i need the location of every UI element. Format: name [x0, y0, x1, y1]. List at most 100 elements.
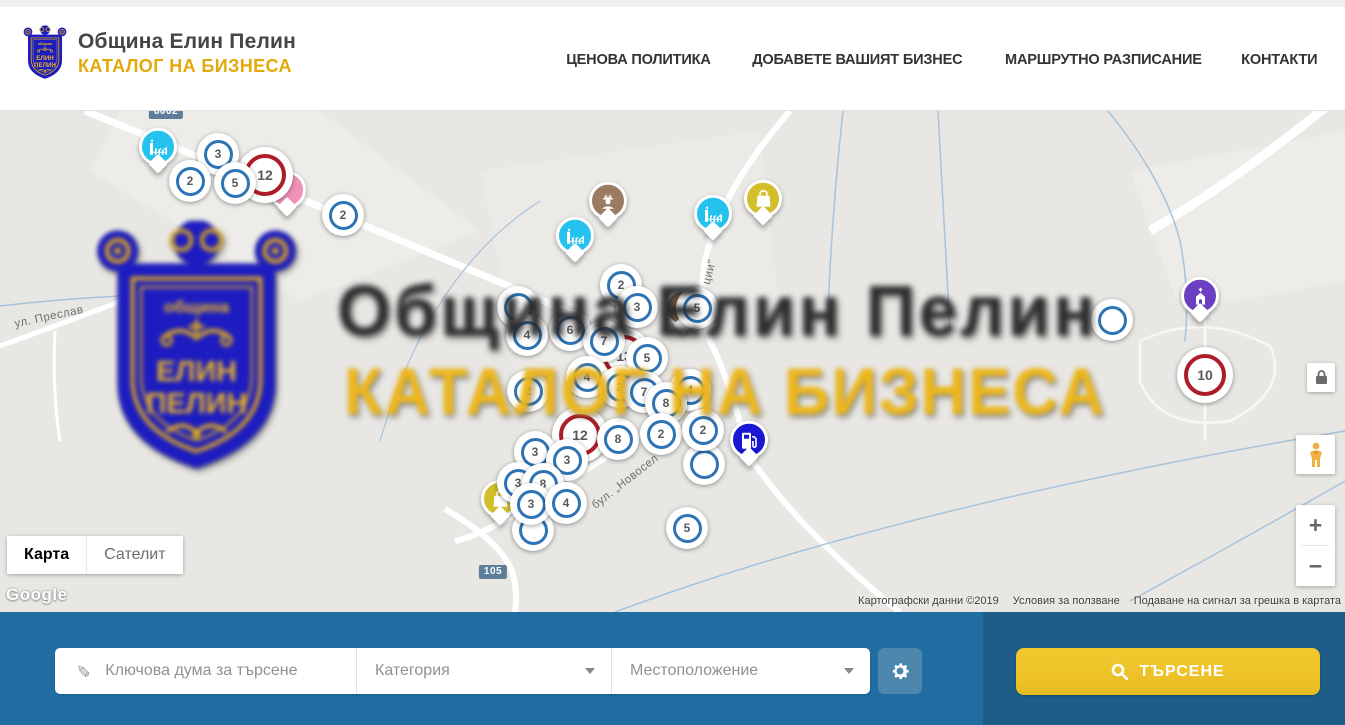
cluster-ring: [690, 450, 719, 479]
nav-item[interactable]: МАРШРУТНО РАЗПИСАНИЕ: [1005, 51, 1202, 68]
marker-layer: 6002105ул. Преславбул. „Новоселции"13123…: [0, 111, 1345, 612]
cluster-count: 7: [601, 334, 608, 348]
worker-pin[interactable]: [589, 182, 627, 225]
cluster-count: 2: [525, 384, 532, 398]
site-header: Община Елин Пелин КАТАЛОГ НА БИЗНЕСА ЦЕН…: [0, 7, 1345, 111]
category-value: Категория: [375, 662, 450, 680]
keyword-input[interactable]: [103, 661, 342, 681]
street-label: бул. „Новосел: [590, 452, 661, 511]
google-logo[interactable]: Google: [6, 585, 68, 605]
cluster-marker[interactable]: 5: [676, 287, 718, 329]
cluster-marker[interactable]: 2: [507, 370, 549, 412]
search-button-label: ТЪРСЕНЕ: [1139, 663, 1224, 681]
cluster-ring: 3: [623, 293, 652, 322]
nav-item[interactable]: ЦЕНОВА ПОЛИТИКА: [566, 51, 710, 68]
nav-item[interactable]: КОНТАКТИ: [1242, 51, 1318, 68]
cluster-ring: 10: [1184, 354, 1226, 396]
cluster-count: 8: [663, 396, 670, 410]
pegman-streetview-button[interactable]: [1296, 435, 1335, 474]
chevron-down-icon: [844, 668, 854, 674]
padlock-icon: [1315, 370, 1328, 385]
cluster-count: 4: [563, 496, 570, 510]
zoom-control: + −: [1296, 505, 1335, 586]
cluster-marker[interactable]: 2: [169, 160, 211, 202]
cluster-ring: 8: [604, 425, 633, 454]
church-icon: [1192, 287, 1209, 304]
category-select[interactable]: Категория: [357, 648, 612, 694]
factory-icon: [704, 205, 723, 222]
factory-pin[interactable]: [694, 195, 732, 238]
cluster-count: 2: [700, 423, 707, 437]
cluster-marker[interactable]: 2: [682, 409, 724, 451]
search-button[interactable]: ТЪРСЕНЕ: [1016, 648, 1320, 695]
search-panel: ✎ Категория Местоположение: [55, 648, 870, 694]
cluster-count: 2: [340, 208, 347, 222]
attribution-link[interactable]: Подаване на сигнал за грешка в картата: [1134, 595, 1341, 607]
site-logo[interactable]: Община Елин Пелин КАТАЛОГ НА БИЗНЕСА: [22, 25, 296, 82]
cluster-count: 4: [584, 370, 591, 384]
cluster-marker[interactable]: 3: [616, 286, 658, 328]
factory-icon: [149, 138, 168, 155]
cluster-count: 12: [257, 167, 273, 183]
cluster-ring: 7: [590, 327, 619, 356]
location-value: Местоположение: [630, 662, 758, 680]
cluster-marker[interactable]: 5: [214, 162, 256, 204]
factory-pin[interactable]: [139, 128, 177, 171]
search-icon: [1111, 663, 1128, 680]
main-nav: ЦЕНОВА ПОЛИТИКА ДОБАВЕТЕ ВАШИЯТ БИЗНЕС МАР…: [564, 7, 1319, 111]
google-map[interactable]: 6002105ул. Преславбул. „Новоселции"13123…: [0, 111, 1345, 612]
cluster-ring: 5: [673, 514, 702, 543]
cluster-ring: 6: [556, 316, 585, 345]
fuel-pin[interactable]: [730, 421, 768, 464]
zoom-out-button[interactable]: −: [1296, 546, 1335, 586]
bag-pin[interactable]: [744, 180, 782, 223]
cluster-ring: 4: [513, 321, 542, 350]
street-label: ул. Преслав: [14, 304, 85, 330]
cluster-marker[interactable]: 8: [597, 418, 639, 460]
chevron-down-icon: [585, 668, 595, 674]
map-type-map-button[interactable]: Карта: [7, 536, 86, 574]
cluster-count: 2: [658, 427, 665, 441]
search-bar-section: ✎ Категория Местоположение ТЪРСЕНЕ: [0, 612, 1345, 725]
cluster-count: 5: [684, 521, 691, 535]
cluster-marker[interactable]: [1091, 299, 1133, 341]
cluster-marker[interactable]: 10: [1177, 347, 1233, 403]
cluster-count: 3: [564, 453, 571, 467]
map-type-satellite-button[interactable]: Сателит: [86, 536, 182, 574]
cluster-count: 3: [532, 445, 539, 459]
nav-item[interactable]: ДОБАВЕТЕ ВАШИЯТ БИЗНЕС: [752, 51, 962, 68]
cluster-marker[interactable]: 2: [640, 413, 682, 455]
cluster-marker[interactable]: 4: [545, 482, 587, 524]
cluster-marker[interactable]: 4: [506, 314, 548, 356]
advanced-settings-button[interactable]: [878, 648, 922, 694]
cluster-count: 3: [215, 147, 222, 161]
zoom-in-button[interactable]: +: [1296, 505, 1335, 545]
attribution-link[interactable]: Условия за ползване: [1013, 595, 1120, 607]
keyword-field-wrapper: ✎: [55, 648, 357, 694]
cluster-count: 8: [615, 432, 622, 446]
cluster-ring: 3: [517, 490, 546, 519]
pegman-icon: [1306, 442, 1326, 468]
cluster-ring: 5: [683, 294, 712, 323]
bag-icon: [755, 190, 772, 208]
cluster-ring: 4: [573, 363, 602, 392]
church-pin[interactable]: [1181, 277, 1219, 320]
road-number-badge: 105: [479, 565, 507, 579]
cluster-ring: 2: [689, 416, 718, 445]
page-top-strip: [0, 0, 1345, 7]
brand-title: Община Елин Пелин: [78, 30, 296, 54]
cluster-marker[interactable]: 2: [322, 194, 364, 236]
cluster-count: 5: [694, 301, 701, 315]
factory-pin[interactable]: [556, 217, 594, 260]
factory-icon: [566, 227, 585, 244]
location-select[interactable]: Местоположение: [612, 648, 870, 694]
municipality-crest-icon: [22, 25, 68, 82]
cluster-ring: 2: [647, 420, 676, 449]
cluster-ring: 5: [633, 344, 662, 373]
cluster-ring: 2: [329, 201, 358, 230]
cluster-count: 5: [644, 351, 651, 365]
lock-button[interactable]: [1307, 363, 1335, 392]
cluster-count: 4: [687, 383, 694, 397]
cluster-marker[interactable]: 5: [666, 507, 708, 549]
worker-icon: [599, 192, 617, 210]
